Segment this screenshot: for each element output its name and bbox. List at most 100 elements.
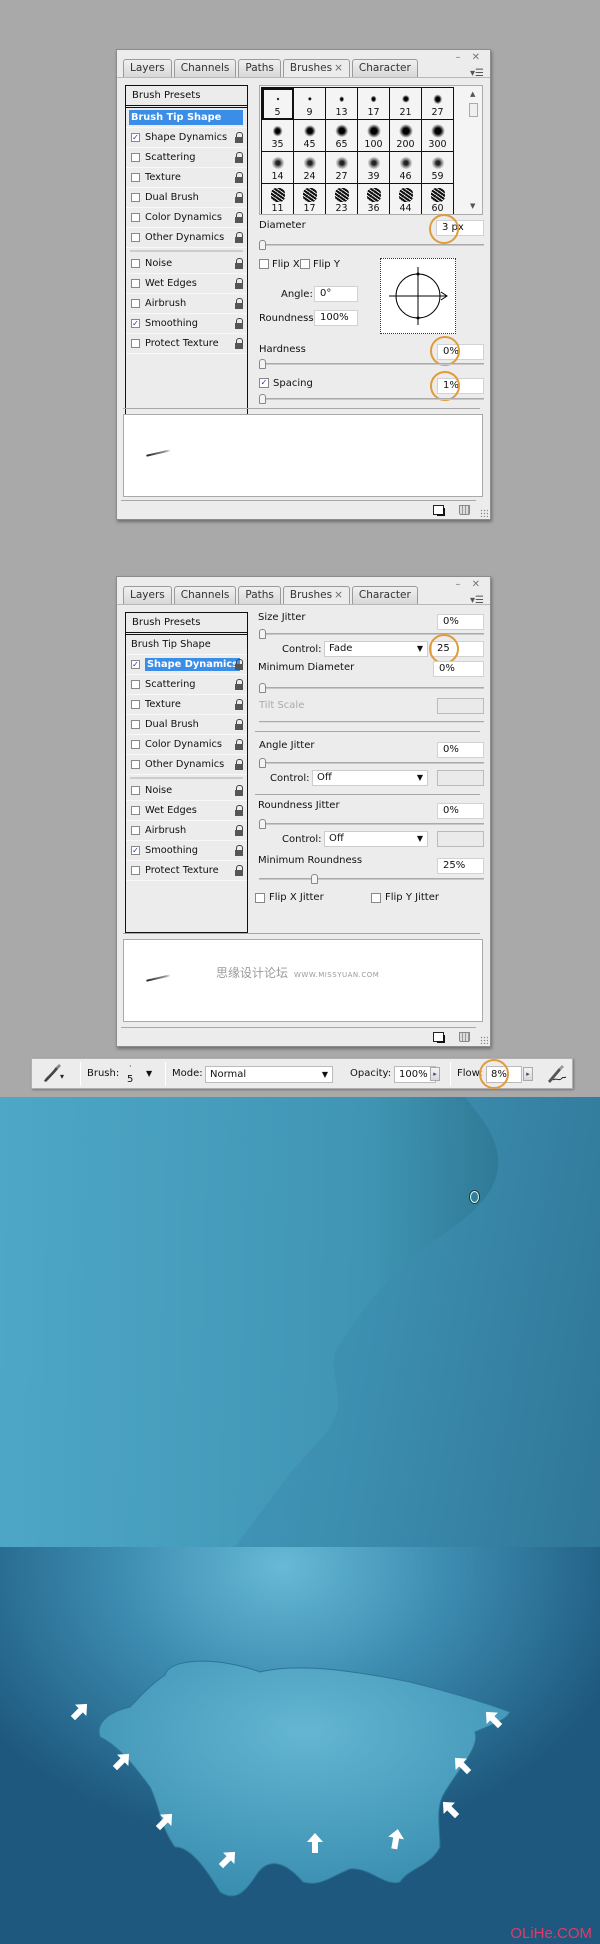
brush-angle-roundness-preview[interactable] (380, 258, 456, 334)
brush-tip-cell[interactable]: 44 (390, 184, 422, 214)
lock-icon[interactable] (235, 298, 243, 309)
angle-input[interactable]: 0° (314, 286, 358, 302)
lock-icon[interactable] (235, 825, 243, 836)
brush-tip-cell[interactable]: 14 (262, 152, 294, 184)
roundness-input[interactable]: 100% (314, 310, 358, 326)
brush-tip-cell[interactable]: 100 (358, 120, 390, 152)
scroll-thumb[interactable] (469, 103, 478, 117)
tab-paths[interactable]: Paths (238, 59, 281, 77)
brush-tip-cell[interactable]: 21 (390, 88, 422, 120)
lock-icon[interactable] (235, 759, 243, 770)
checkbox[interactable] (131, 173, 140, 182)
lock-icon[interactable] (235, 132, 243, 143)
lock-icon[interactable] (235, 278, 243, 289)
tab-character[interactable]: Character (351, 59, 418, 77)
minimum-roundness-input[interactable]: 25% (437, 858, 484, 874)
checkbox[interactable] (131, 193, 140, 202)
list-item-noise[interactable]: Noise (126, 781, 247, 801)
roundness-jitter-slider[interactable] (259, 819, 484, 829)
brush-tip-cell[interactable]: 39 (358, 152, 390, 184)
lock-icon[interactable] (235, 719, 243, 730)
lock-icon[interactable] (235, 785, 243, 796)
lock-icon[interactable] (235, 805, 243, 816)
diameter-slider[interactable] (259, 240, 484, 250)
window-controls[interactable]: – ✕ (455, 579, 484, 590)
checkbox[interactable] (131, 826, 140, 835)
tool-preset-picker[interactable]: ▾ (40, 1059, 66, 1088)
checkbox-checked[interactable]: ✓ (131, 319, 140, 328)
checkbox[interactable] (131, 680, 140, 689)
angle-jitter-slider[interactable] (259, 758, 484, 768)
minimum-roundness-slider[interactable] (259, 874, 484, 884)
angle-control-select[interactable]: Off ▼ (312, 770, 428, 786)
lock-icon[interactable] (235, 699, 243, 710)
brush-tip-cell[interactable]: 27 (422, 88, 454, 120)
hardness-slider[interactable] (259, 359, 484, 369)
tab-channels[interactable]: Channels (173, 586, 237, 604)
flow-input[interactable]: 8% (486, 1066, 522, 1083)
list-item-brush-tip-shape[interactable]: Brush Tip Shape (126, 108, 247, 128)
brush-tip-cell[interactable]: 35 (262, 120, 294, 152)
brush-tip-cell[interactable]: 23 (326, 184, 358, 214)
size-jitter-input[interactable]: 0% (437, 614, 484, 630)
checkbox[interactable] (131, 153, 140, 162)
checkbox[interactable] (131, 740, 140, 749)
list-item-dual-brush[interactable]: Dual Brush (126, 715, 247, 735)
list-item-scattering[interactable]: Scattering (126, 148, 247, 168)
flip-x-checkbox[interactable] (259, 259, 269, 269)
list-item-texture[interactable]: Texture (126, 695, 247, 715)
flip-x-jitter-checkbox[interactable] (255, 893, 265, 903)
slider-knob[interactable] (259, 683, 266, 693)
close-icon[interactable]: × (334, 62, 343, 74)
lock-icon[interactable] (235, 739, 243, 750)
checkbox[interactable] (131, 259, 140, 268)
lock-icon[interactable] (235, 318, 243, 329)
list-item-noise[interactable]: Noise (126, 254, 247, 274)
lock-icon[interactable] (235, 152, 243, 163)
list-item-color-dynamics[interactable]: Color Dynamics (126, 208, 247, 228)
flip-y-checkbox[interactable] (300, 259, 310, 269)
new-preset-icon[interactable] (433, 505, 445, 516)
checkbox-checked[interactable]: ✓ (131, 846, 140, 855)
list-item-dual-brush[interactable]: Dual Brush (126, 188, 247, 208)
roundness-jitter-input[interactable]: 0% (437, 803, 484, 819)
canvas-result-shape[interactable]: OLiHe.COM (0, 1547, 600, 1944)
lock-icon[interactable] (235, 338, 243, 349)
close-icon[interactable]: × (334, 589, 343, 601)
list-item-other-dynamics[interactable]: Other Dynamics (126, 228, 247, 248)
new-preset-icon[interactable] (433, 1032, 445, 1043)
brush-tip-cell[interactable]: 65 (326, 120, 358, 152)
resize-grip-icon[interactable] (480, 509, 488, 517)
list-item-smoothing[interactable]: ✓ Smoothing (126, 841, 247, 861)
hardness-input[interactable]: 0% (437, 344, 484, 360)
tab-brushes[interactable]: Brushes × (282, 586, 350, 605)
spacing-slider[interactable] (259, 394, 484, 404)
lock-icon[interactable] (235, 679, 243, 690)
brush-tip-cell[interactable]: 5 (262, 88, 294, 120)
checkbox[interactable] (131, 806, 140, 815)
window-controls[interactable]: – ✕ (455, 52, 484, 63)
trash-icon[interactable] (459, 1032, 470, 1042)
brush-tip-cell[interactable]: 300 (422, 120, 454, 152)
brush-tip-cell[interactable]: 11 (262, 184, 294, 214)
brush-tip-cell[interactable]: 17 (294, 184, 326, 214)
tab-brushes[interactable]: Brushes × (282, 59, 350, 78)
checkbox-checked[interactable]: ✓ (131, 660, 140, 669)
checkbox-checked[interactable]: ✓ (131, 133, 140, 142)
lock-icon[interactable] (235, 172, 243, 183)
scroll-up-icon[interactable]: ▲ (470, 90, 475, 98)
brush-tip-cell[interactable]: 36 (358, 184, 390, 214)
list-item-shape-dynamics[interactable]: ✓ Shape Dynamics (126, 655, 247, 675)
brush-tip-cell[interactable]: 59 (422, 152, 454, 184)
canvas-painting-edge[interactable] (0, 1097, 600, 1547)
list-item-other-dynamics[interactable]: Other Dynamics (126, 755, 247, 775)
brush-presets-item[interactable]: Brush Presets (126, 613, 247, 635)
lock-icon[interactable] (235, 845, 243, 856)
slider-knob[interactable] (259, 758, 266, 768)
list-item-protect-texture[interactable]: Protect Texture (126, 334, 247, 354)
brush-tip-cell[interactable]: 9 (294, 88, 326, 120)
flip-y-jitter-checkbox[interactable] (371, 893, 381, 903)
fade-steps-input[interactable]: 25 (431, 641, 484, 657)
list-item-wet-edges[interactable]: Wet Edges (126, 801, 247, 821)
lock-icon[interactable] (235, 212, 243, 223)
